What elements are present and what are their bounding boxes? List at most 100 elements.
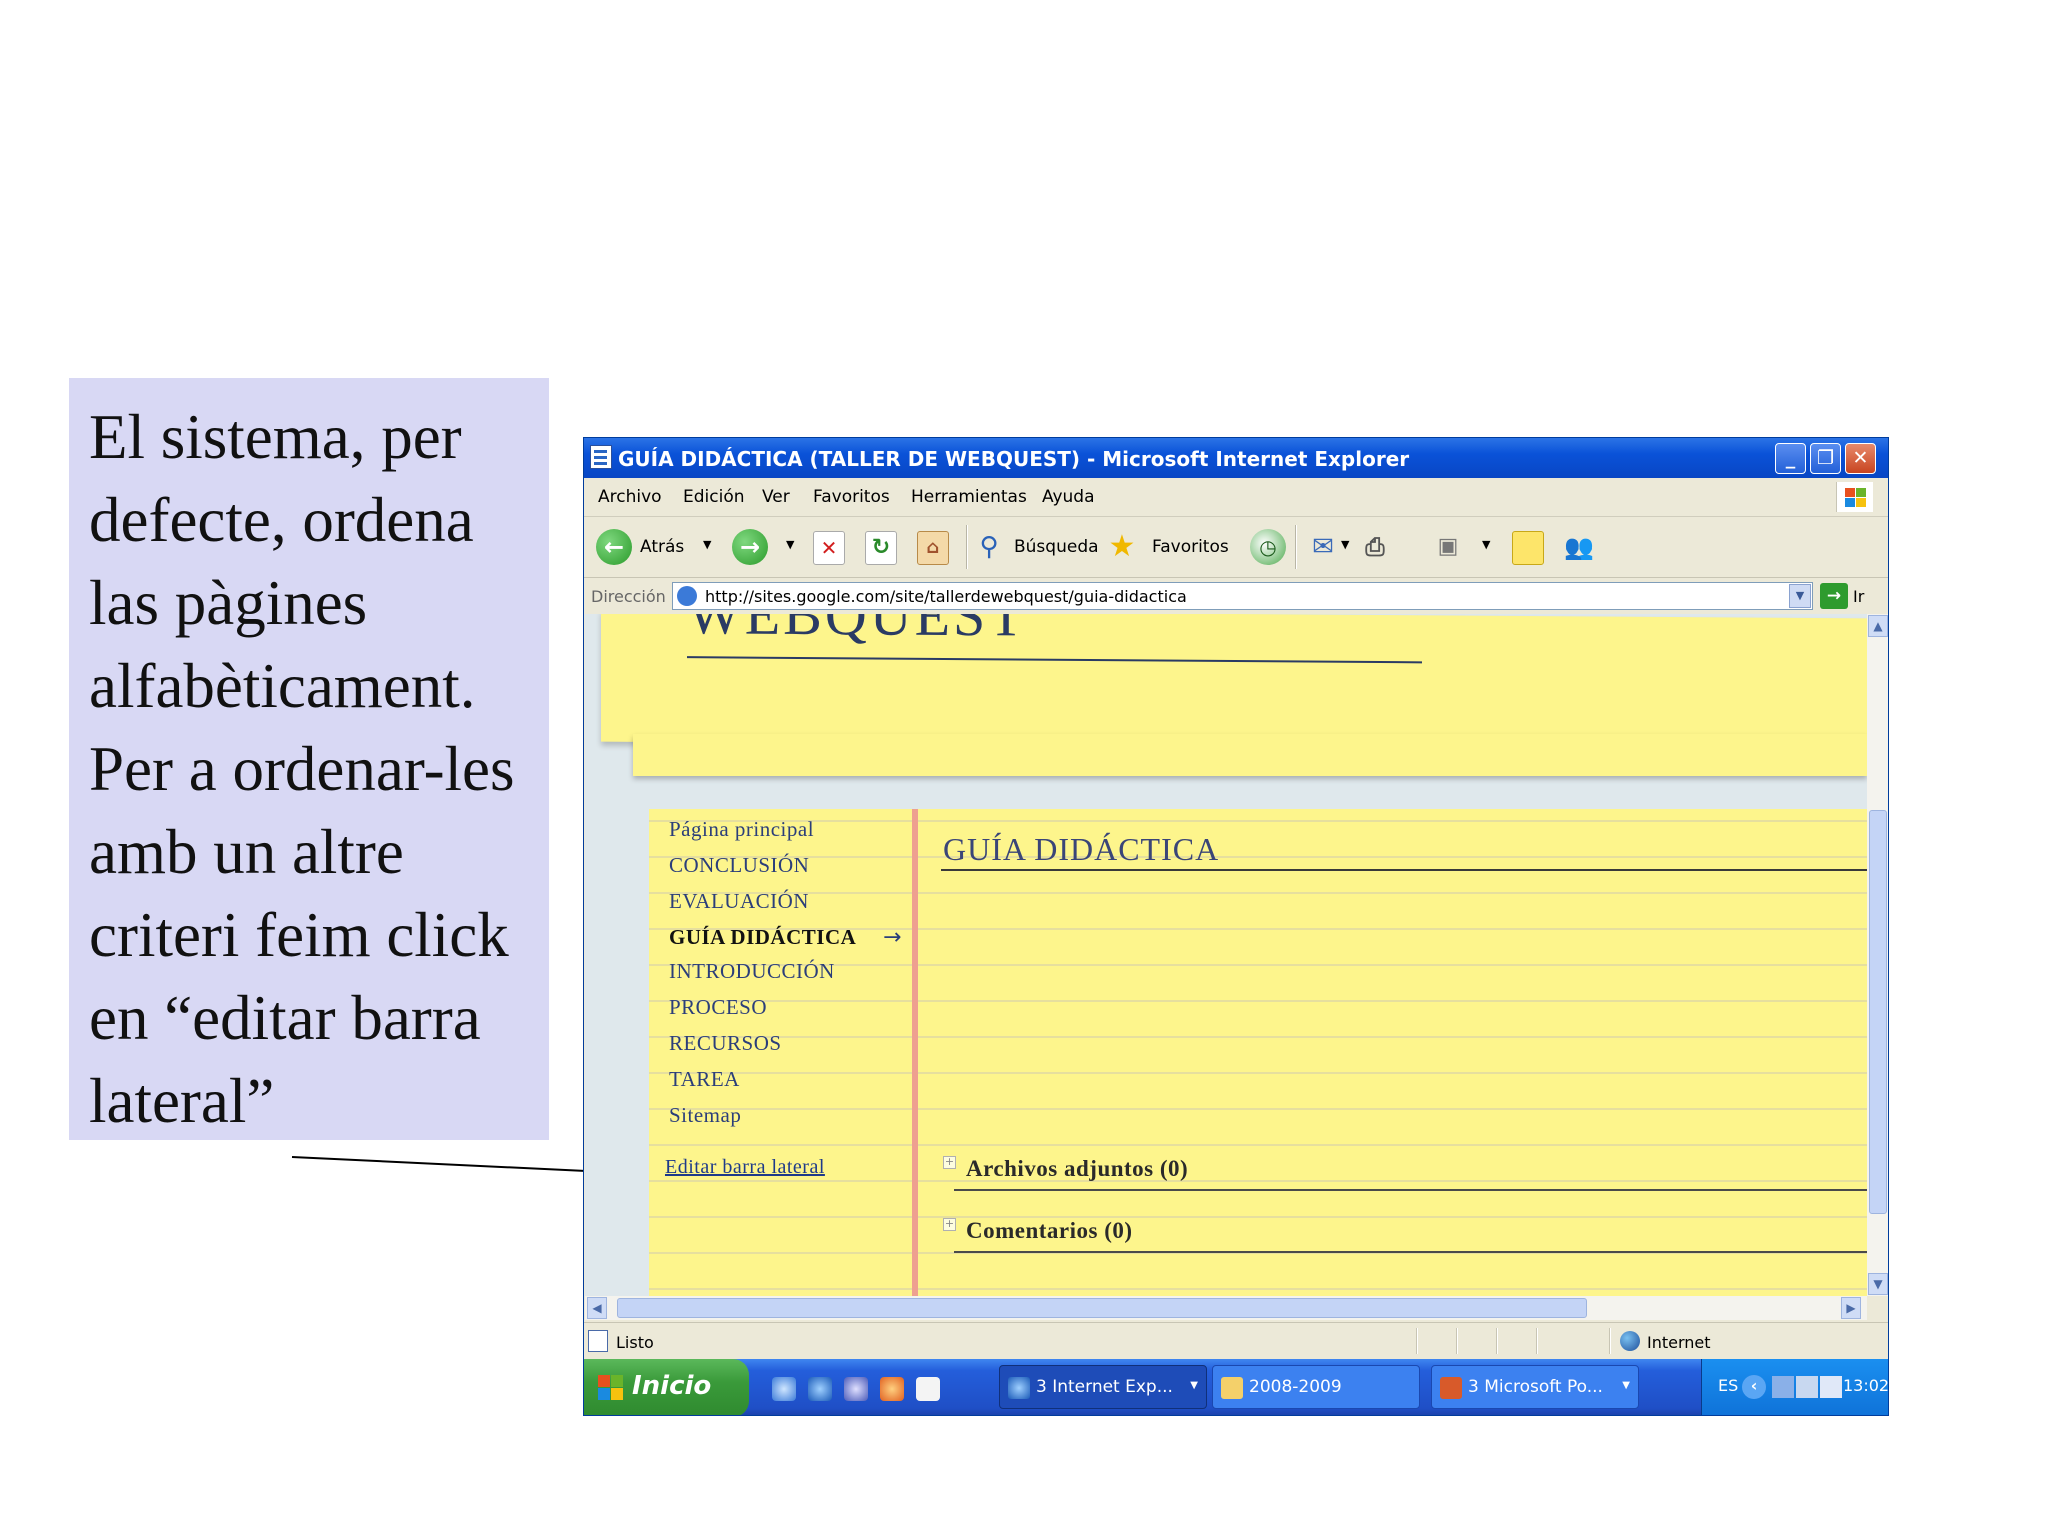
taskbar-item-folder[interactable]: 2008-2009 (1212, 1365, 1420, 1409)
back-dropdown-icon[interactable]: ▼ (703, 538, 711, 551)
scroll-right-icon[interactable]: ▶ (1841, 1297, 1861, 1319)
callout-text: El sistema, per defecte, ordena las pàgi… (89, 402, 515, 1136)
favorites-star-icon[interactable]: ★ (1107, 531, 1137, 563)
stop-icon[interactable]: ✕ (813, 531, 845, 565)
zone-text: Internet (1647, 1333, 1711, 1352)
menu-edicion[interactable]: Edición (683, 487, 745, 507)
close-button[interactable]: ✕ (1845, 443, 1876, 474)
edit-dropdown-icon[interactable]: ▼ (1482, 538, 1490, 551)
forward-icon[interactable]: → (732, 529, 768, 565)
start-label: Inicio (632, 1371, 712, 1401)
clock[interactable]: 13:02 (1843, 1376, 1888, 1395)
expand-plus-icon[interactable]: + (943, 1218, 956, 1231)
go-arrow-icon[interactable]: → (1820, 583, 1848, 609)
address-dropdown-icon[interactable]: ▼ (1789, 584, 1811, 608)
windows-logo-icon (1836, 482, 1873, 512)
taskbar-item-powerpoint[interactable]: 3 Microsoft Po... ▼ (1431, 1365, 1639, 1409)
sidebar-item-conclusion[interactable]: CONCLUSIÓN (669, 853, 809, 878)
banner-underline (687, 656, 1422, 664)
edit-sidebar-link[interactable]: Editar barra lateral (665, 1156, 825, 1179)
sidebar-item-introduccion[interactable]: INTRODUCCIÓN (669, 959, 835, 984)
language-indicator[interactable]: ES (1718, 1376, 1738, 1395)
menu-ayuda[interactable]: Ayuda (1042, 487, 1095, 507)
task-dropdown-icon: ▼ (1190, 1380, 1198, 1391)
task-label: 3 Internet Exp... (1036, 1377, 1173, 1397)
network-icon[interactable] (1772, 1376, 1794, 1398)
sidebar-item-sitemap[interactable]: Sitemap (669, 1103, 741, 1128)
task-label: 2008-2009 (1249, 1377, 1342, 1397)
search-label[interactable]: Búsqueda (1014, 537, 1099, 557)
restore-button[interactable]: ❐ (1810, 443, 1841, 474)
scroll-left-icon[interactable]: ◀ (587, 1297, 607, 1319)
address-input[interactable]: http://sites.google.com/site/tallerdeweb… (672, 582, 1813, 610)
back-icon[interactable]: ← (596, 529, 632, 565)
sidebar-item-guia-didactica[interactable]: GUÍA DIDÁCTICA (669, 925, 856, 950)
ie-page-icon (590, 445, 612, 469)
sidebar-item-evaluacion[interactable]: EVALUACIÓN (669, 889, 809, 914)
sidebar-item-proceso[interactable]: PROCESO (669, 995, 767, 1020)
attachments-heading[interactable]: Archivos adjuntos (0) (966, 1156, 1188, 1182)
page-content: WEBQUEST Página principal CONCLUSIÓN EVA… (585, 614, 1867, 1296)
menu-herramientas[interactable]: Herramientas (911, 487, 1027, 507)
vertical-scroll-thumb[interactable] (1869, 810, 1887, 1214)
sidebar-item-pagina-principal[interactable]: Página principal (669, 817, 814, 842)
tray-expand-icon[interactable]: ‹ (1742, 1375, 1766, 1399)
page-title-underline (941, 869, 1867, 871)
menu-ver[interactable]: Ver (762, 487, 790, 507)
mail-icon[interactable]: ✉ (1308, 531, 1338, 563)
scroll-up-icon[interactable]: ▲ (1868, 615, 1888, 637)
menu-archivo[interactable]: Archivo (598, 487, 662, 507)
callout-box: El sistema, per defecte, ordena las pàgi… (69, 378, 549, 1140)
sidebar-item-recursos[interactable]: RECURSOS (669, 1031, 782, 1056)
search-icon[interactable]: ⚲ (974, 531, 1004, 563)
sidebar-item-tarea[interactable]: TAREA (669, 1067, 740, 1092)
toolbar: ← Atrás ▼ → ▼ ✕ ↻ ⌂ ⚲ Búsqueda ★ Favorit… (584, 517, 1888, 578)
horizontal-scrollbar[interactable]: ◀ ▶ (585, 1296, 1867, 1320)
media-player-icon[interactable] (880, 1377, 904, 1401)
back-label[interactable]: Atrás (640, 537, 684, 557)
banner-title: WEBQUEST (687, 614, 1027, 649)
history-icon[interactable]: ◷ (1250, 529, 1286, 565)
browser-window: GUÍA DIDÁCTICA (TALLER DE WEBQUEST) - Mi… (583, 437, 1889, 1416)
home-icon[interactable]: ⌂ (917, 531, 949, 565)
folder-icon (1221, 1377, 1243, 1399)
quick-launch-icon[interactable] (916, 1377, 940, 1401)
menu-favoritos[interactable]: Favoritos (813, 487, 890, 507)
toolbar-separator (966, 525, 968, 569)
notes-icon[interactable] (1512, 531, 1544, 565)
ie-quick-launch-icon[interactable] (808, 1377, 832, 1401)
favorites-label[interactable]: Favoritos (1152, 537, 1229, 557)
mail-dropdown-icon[interactable]: ▼ (1341, 538, 1349, 551)
window-title: GUÍA DIDÁCTICA (TALLER DE WEBQUEST) - Mi… (618, 447, 1410, 471)
taskbar-item-internet-explorer[interactable]: 3 Internet Exp... ▼ (999, 1365, 1207, 1409)
vertical-scrollbar[interactable]: ▲ ▼ (1867, 614, 1888, 1296)
monitor-icon[interactable] (1820, 1376, 1842, 1398)
minimize-icon: _ (1785, 447, 1796, 469)
sidebar-margin-line (912, 809, 918, 1296)
refresh-icon[interactable]: ↻ (865, 531, 897, 565)
task-label: 3 Microsoft Po... (1468, 1377, 1603, 1397)
quick-launch-icon[interactable] (844, 1377, 868, 1401)
go-label[interactable]: Ir (1853, 587, 1864, 606)
powerpoint-icon (1440, 1377, 1462, 1399)
network-icon[interactable] (1796, 1376, 1818, 1398)
messenger-icon[interactable]: 👥 (1564, 531, 1594, 563)
scroll-down-icon[interactable]: ▼ (1868, 1273, 1888, 1295)
horizontal-scroll-thumb[interactable] (617, 1298, 1587, 1318)
address-url[interactable]: http://sites.google.com/site/tallerdeweb… (705, 587, 1187, 606)
edit-icon[interactable]: ▣ (1433, 531, 1463, 563)
page-status-icon (588, 1330, 608, 1352)
quick-launch-icon[interactable] (772, 1377, 796, 1401)
expand-plus-icon[interactable]: + (943, 1156, 956, 1169)
close-icon: ✕ (1852, 447, 1869, 469)
comments-heading[interactable]: Comentarios (0) (966, 1218, 1133, 1244)
start-button[interactable]: Inicio (584, 1359, 749, 1415)
title-bar: GUÍA DIDÁCTICA (TALLER DE WEBQUEST) - Mi… (584, 438, 1888, 478)
address-label: Dirección (591, 587, 666, 606)
minimize-button[interactable]: _ (1775, 443, 1806, 474)
internet-globe-icon (1620, 1331, 1640, 1351)
print-icon[interactable]: ⎙ (1360, 531, 1390, 563)
task-dropdown-icon: ▼ (1622, 1380, 1630, 1391)
ie-page-icon (677, 586, 697, 606)
forward-dropdown-icon[interactable]: ▼ (786, 538, 794, 551)
